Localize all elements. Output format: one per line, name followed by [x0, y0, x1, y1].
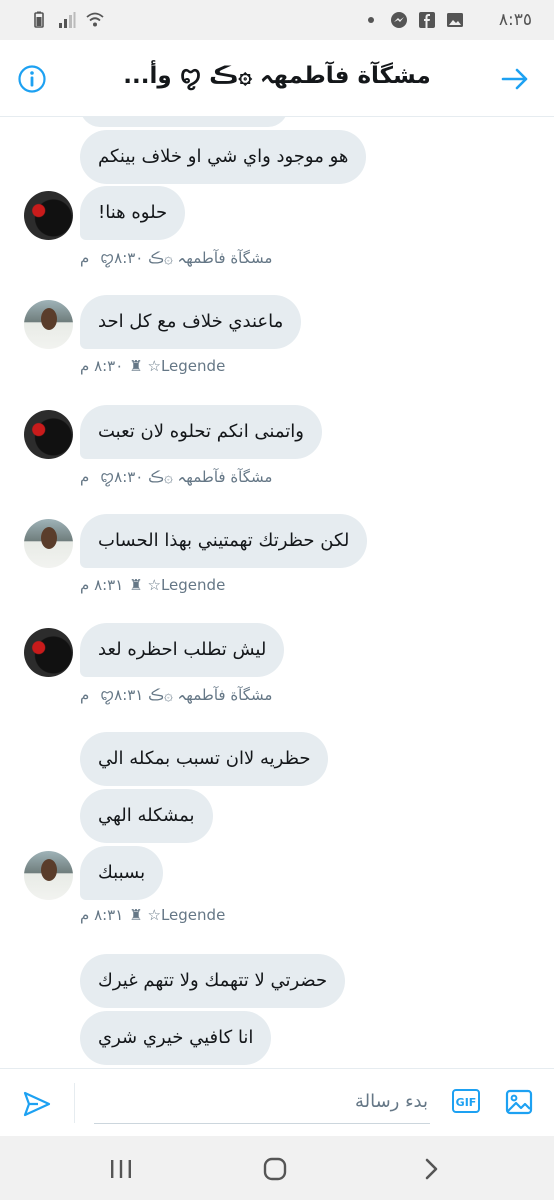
message-time: ٨:٣٠ م [80, 357, 124, 375]
message-list[interactable]: هو موجود واي شي او خلاف بينكم حلوه هنا! … [0, 117, 554, 1067]
battery-icon [34, 11, 44, 28]
signal-icon [59, 12, 76, 28]
avatar[interactable] [24, 410, 73, 459]
message-meta: Legende☆ ♜ ٨:٣١ م [80, 576, 225, 594]
message-time: ٨:٣١ م [80, 906, 124, 924]
dots-icon [368, 17, 374, 23]
message-meta: مشگآة فآطمهہ ۞ڪ ꨄ٨:٣١ م [80, 684, 272, 706]
message-meta: Legende☆ ♜ ٨:٣٠ م [80, 357, 225, 375]
facebook-icon [419, 12, 435, 28]
chevron-right-icon[interactable] [418, 1156, 444, 1182]
gif-button[interactable]: GIF [452, 1089, 480, 1113]
sender-name: Legende☆ ♜ [129, 576, 226, 594]
status-icons-left [30, 11, 104, 29]
arrow-right-icon[interactable] [500, 64, 530, 94]
status-time: ٨:٣٥ [498, 10, 532, 30]
composer-divider [74, 1083, 75, 1123]
image-icon[interactable] [504, 1087, 534, 1117]
recent-apps-icon[interactable] [108, 1156, 134, 1182]
message-bubble[interactable]: لكن حظرتك تهمتيني بهذا الحساب [80, 514, 368, 568]
send-icon[interactable] [22, 1089, 52, 1119]
sender-name: Legende☆ ♜ [129, 357, 226, 375]
message-bubble[interactable]: حضرتي لا تتهمك ولا تتهم غيرك [80, 954, 346, 1008]
message-composer: GIF [0, 1068, 554, 1137]
system-nav-bar [0, 1136, 554, 1200]
avatar[interactable] [24, 519, 73, 568]
gallery-icon [447, 13, 463, 27]
wifi-icon [86, 12, 104, 27]
conversation-header: مشگآة فآطمهہ ۞ڪ ꨄ وأ... [0, 40, 554, 117]
message-bubble[interactable]: حظريه لاان تسبب بمكله الي [80, 732, 329, 786]
info-icon[interactable] [17, 64, 47, 94]
message-time: ٨:٣١ م [80, 576, 124, 594]
message-bubble[interactable]: بمشكله الهي [80, 789, 213, 843]
home-icon[interactable] [262, 1156, 288, 1182]
status-bar: ٨:٣٥ [0, 0, 554, 40]
sender-name: Legende☆ ♜ [129, 906, 226, 924]
message-bubble[interactable]: ماعندي خلاف مع كل احد [80, 295, 302, 349]
avatar[interactable] [24, 851, 73, 900]
message-bubble[interactable]: هو موجود واي شي او خلاف بينكم [80, 130, 367, 184]
avatar[interactable] [24, 191, 73, 240]
message-bubble[interactable]: واتمنى انكم تحلوه لان تعبت [80, 405, 322, 459]
message-bubble[interactable]: انا كافيي خيري شري [80, 1011, 272, 1065]
message-input[interactable] [94, 1079, 430, 1124]
message-meta: مشگآة فآطمهہ ۞ڪ ꨄ٨:٣٠ م [80, 247, 272, 269]
message-meta: مشگآة فآطمهہ ۞ڪ ꨄ٨:٣٠ م [80, 466, 272, 488]
message-bubble[interactable]: ليش تطلب احظره لعد [80, 623, 285, 677]
message-bubble[interactable]: بسببك [80, 846, 164, 900]
partial-message-bubble [80, 117, 288, 127]
message-meta: Legende☆ ♜ ٨:٣١ م [80, 906, 225, 924]
avatar[interactable] [24, 628, 73, 677]
messenger-icon [391, 12, 407, 28]
status-icons-right [362, 11, 464, 29]
avatar[interactable] [24, 300, 73, 349]
message-bubble[interactable]: حلوه هنا! [80, 186, 186, 240]
conversation-title[interactable]: مشگآة فآطمهہ ۞ڪ ꨄ وأ... [80, 58, 474, 92]
